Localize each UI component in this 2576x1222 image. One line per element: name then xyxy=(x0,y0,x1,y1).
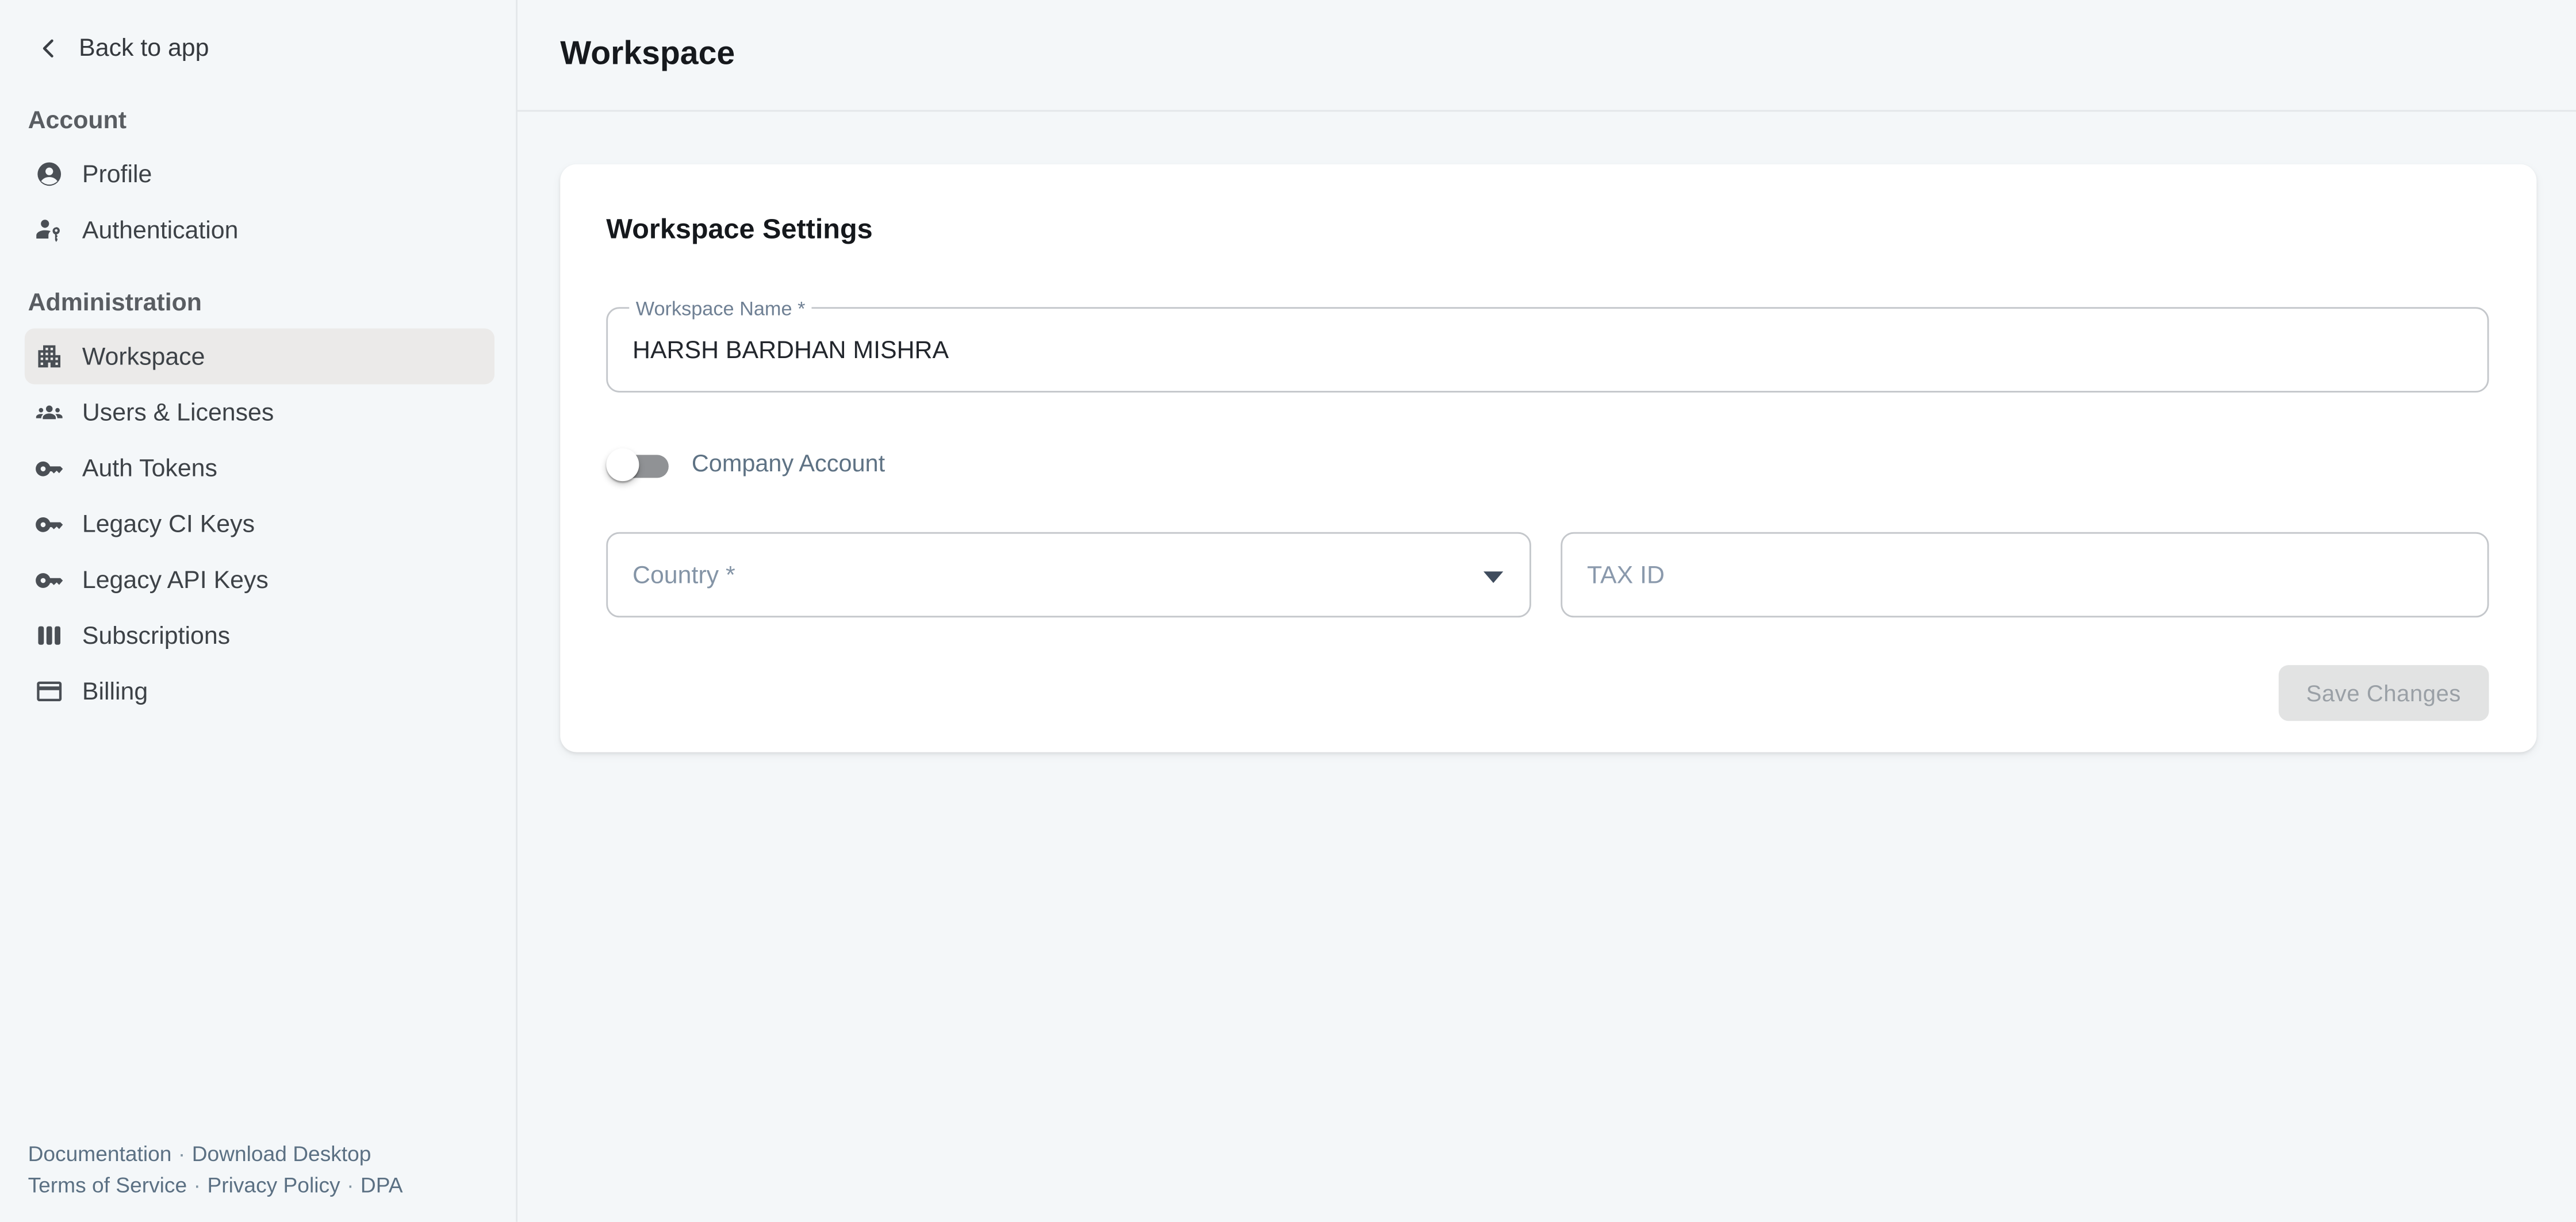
sidebar-item-legacy-ci-keys[interactable]: Legacy CI Keys xyxy=(25,496,494,552)
sidebar-item-auth-tokens[interactable]: Auth Tokens xyxy=(25,440,494,496)
back-to-app-label: Back to app xyxy=(79,34,209,63)
card-title: Workspace Settings xyxy=(606,213,2489,246)
main-header: Workspace xyxy=(518,0,2576,112)
button-row: Save Changes xyxy=(606,665,2489,721)
country-label: Country * xyxy=(608,561,735,589)
key-icon xyxy=(34,564,64,595)
chevron-left-icon xyxy=(36,36,61,61)
footer-row-1: Documentation·Download Desktop xyxy=(28,1138,490,1169)
back-to-app-button[interactable]: Back to app xyxy=(0,0,516,63)
person-key-icon xyxy=(34,215,64,244)
documentation-link[interactable]: Documentation xyxy=(28,1142,172,1166)
dot-separator: · xyxy=(171,1142,191,1166)
section-title-administration: Administration xyxy=(28,289,516,317)
dot-separator: · xyxy=(340,1173,361,1197)
page-title: Workspace xyxy=(560,36,735,74)
sidebar-item-profile[interactable]: Profile xyxy=(25,146,494,202)
key-icon xyxy=(34,508,64,539)
sidebar-item-users-licenses[interactable]: Users & Licenses xyxy=(25,385,494,440)
company-account-toggle-row[interactable]: Company Account xyxy=(606,445,2489,485)
sidebar-item-subscriptions[interactable]: Subscriptions xyxy=(25,608,494,663)
sidebar-item-workspace[interactable]: Workspace xyxy=(25,328,494,384)
content: Workspace Settings Workspace Name * Comp… xyxy=(518,112,2576,752)
sidebar-item-billing[interactable]: Billing xyxy=(25,663,494,719)
dot-separator: · xyxy=(187,1173,207,1197)
sidebar-item-authentication[interactable]: Authentication xyxy=(25,202,494,258)
dropdown-arrow-icon xyxy=(1483,571,1503,583)
download-desktop-link[interactable]: Download Desktop xyxy=(192,1142,371,1166)
main-area: Workspace Workspace Settings Workspace N… xyxy=(518,0,2576,1222)
terms-of-service-link[interactable]: Terms of Service xyxy=(28,1173,187,1197)
company-account-label: Company Account xyxy=(692,452,885,478)
country-tax-row: Country * xyxy=(606,532,2489,618)
workspace-name-field: Workspace Name * xyxy=(606,307,2489,393)
workspace-settings-card: Workspace Settings Workspace Name * Comp… xyxy=(560,164,2536,752)
sidebar-item-legacy-api-keys[interactable]: Legacy API Keys xyxy=(25,552,494,608)
switch-thumb xyxy=(606,448,639,481)
key-icon xyxy=(34,452,64,483)
workspace-name-input[interactable] xyxy=(608,336,2487,364)
section-title-account: Account xyxy=(28,107,516,135)
country-select[interactable]: Country * xyxy=(606,532,1531,618)
people-group-icon xyxy=(34,397,64,428)
workspace-name-label: Workspace Name * xyxy=(629,297,812,320)
app: Back to app Account Profile Aut xyxy=(0,0,2576,1222)
save-changes-button[interactable]: Save Changes xyxy=(2278,665,2489,721)
account-circle-icon xyxy=(34,159,64,189)
footer-row-2: Terms of Service·Privacy Policy·DPA xyxy=(28,1169,490,1200)
tax-id-field xyxy=(1561,532,2489,618)
credit-card-icon xyxy=(34,677,64,706)
sidebar-footer: Documentation·Download Desktop Terms of … xyxy=(0,1138,516,1222)
company-account-switch[interactable] xyxy=(606,447,669,483)
dpa-link[interactable]: DPA xyxy=(361,1173,403,1197)
sidebar: Back to app Account Profile Aut xyxy=(0,0,518,1222)
bars-icon xyxy=(34,621,64,650)
tax-id-input[interactable] xyxy=(1562,561,2487,589)
viewport: Back to app Account Profile Aut xyxy=(0,0,2576,1222)
building-icon xyxy=(34,341,64,371)
privacy-policy-link[interactable]: Privacy Policy xyxy=(207,1173,340,1197)
